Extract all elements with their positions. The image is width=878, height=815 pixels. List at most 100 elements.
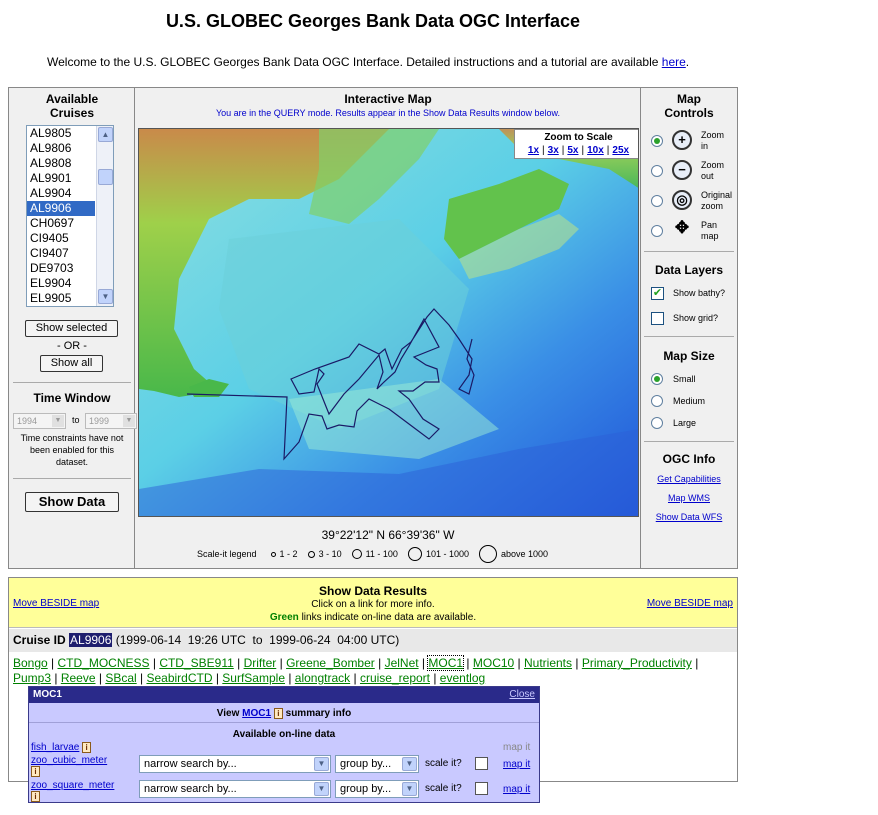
variable-link[interactable]: fish_larvae — [31, 742, 79, 753]
dataset-link[interactable]: SBcal — [105, 671, 136, 685]
narrow-search-select[interactable]: narrow search by... ▼ — [139, 780, 331, 798]
map-size-small-radio[interactable] — [651, 373, 663, 385]
show-data-wfs-link[interactable]: Show Data WFS — [641, 512, 737, 522]
dataset-popup: MOC1 Close View MOC1 i summary info Avai… — [28, 686, 540, 803]
zoom-out-icon[interactable]: − — [672, 160, 692, 180]
map-control-radio[interactable] — [651, 225, 663, 237]
tutorial-link[interactable]: here — [662, 55, 686, 69]
variable-link[interactable]: zoo_cubic_meter — [31, 755, 107, 766]
dataset-link[interactable]: alongtrack — [295, 671, 350, 685]
dataset-separator: | — [95, 671, 106, 685]
show-data-button[interactable]: Show Data — [25, 492, 119, 512]
map-wms-link[interactable]: Map WMS — [641, 493, 737, 503]
cruise-list-item[interactable]: AL9901 — [27, 171, 95, 186]
dataset-link[interactable]: CTD_MOCNESS — [58, 656, 150, 670]
group-by-select[interactable]: group by... ▼ — [335, 780, 419, 798]
cruise-listbox[interactable]: AL9805 AL9806 AL9808 AL9901 AL9904 AL9906 CH06… — [26, 125, 114, 307]
show-grid-checkbox[interactable] — [651, 312, 664, 325]
info-icon[interactable]: i — [31, 791, 40, 802]
dataset-link[interactable]: Nutrients — [524, 656, 572, 670]
dataset-link[interactable]: JelNet — [385, 656, 419, 670]
cruise-list-item[interactable]: AL9808 — [27, 156, 95, 171]
zoom-3x-link[interactable]: 3x — [548, 145, 559, 156]
bathymetry-map-image[interactable] — [139, 129, 639, 517]
results-legend: Green links indicate on-line data are av… — [9, 612, 737, 623]
map-size-large-radio[interactable] — [651, 417, 663, 429]
scale-it-checkbox[interactable] — [475, 757, 488, 770]
dataset-link[interactable]: Reeve — [61, 671, 96, 685]
dataset-link[interactable]: cruise_report — [360, 671, 430, 685]
dataset-link[interactable]: MOC1 — [427, 655, 465, 671]
original-zoom-icon[interactable]: ◎ — [672, 190, 692, 210]
year-from-select[interactable]: 1994 ▼ — [13, 413, 66, 429]
show-bathy-checkbox[interactable]: ✔ — [651, 287, 664, 300]
cruise-list-item[interactable]: AL9805 — [27, 126, 95, 141]
zoom-5x-link[interactable]: 5x — [567, 145, 578, 156]
dataset-link[interactable]: Pump3 — [13, 671, 51, 685]
map-controls-title: Map Controls — [641, 92, 737, 120]
dataset-link[interactable]: SeabirdCTD — [146, 671, 212, 685]
dataset-link[interactable]: Greene_Bomber — [286, 656, 375, 670]
cruise-list-item[interactable]: EL9904 — [27, 276, 95, 291]
dataset-link[interactable]: Primary_Productivity — [582, 656, 692, 670]
dataset-link[interactable]: MOC10 — [473, 656, 514, 670]
zoom-1x-link[interactable]: 1x — [528, 145, 539, 156]
close-link[interactable]: Close — [509, 687, 535, 703]
map-it-link[interactable]: map it — [503, 784, 530, 795]
cruise-list-item[interactable]: EL9905 — [27, 291, 95, 306]
divider — [13, 478, 131, 479]
year-to-select[interactable]: 1999 ▼ — [85, 413, 137, 429]
cruise-list-item[interactable]: CI9407 — [27, 246, 95, 261]
zoom-10x-link[interactable]: 10x — [587, 145, 604, 156]
time-window-title: Time Window — [33, 391, 111, 405]
dataset-link[interactable]: CTD_SBE911 — [159, 656, 233, 670]
info-icon[interactable]: i — [82, 742, 92, 753]
map-control-label-line2: out — [701, 171, 714, 181]
pan-map-icon[interactable]: ✥ — [672, 219, 692, 240]
map-control-radio[interactable] — [651, 195, 663, 207]
map-controls-title-line1: Map — [677, 92, 701, 106]
map-size-medium-radio[interactable] — [651, 395, 663, 407]
narrow-search-select[interactable]: narrow search by... ▼ — [139, 755, 331, 773]
move-beside-map-left-link[interactable]: Move BESIDE map — [13, 598, 99, 609]
zoom-25x-link[interactable]: 25x — [612, 145, 629, 156]
moc1-summary-link[interactable]: MOC1 — [242, 708, 271, 719]
map-control-label-line2: zoom — [701, 201, 724, 211]
scroll-down-icon[interactable]: ▼ — [98, 289, 113, 304]
get-capabilities-link[interactable]: Get Capabilities — [641, 474, 737, 484]
cruise-list-item[interactable]: AL9806 — [27, 141, 95, 156]
info-icon[interactable]: i — [273, 707, 283, 719]
map-control-radio[interactable] — [651, 165, 663, 177]
info-icon[interactable]: i — [31, 766, 40, 777]
dataset-separator: | — [572, 656, 582, 670]
chevron-down-icon: ▼ — [314, 782, 329, 796]
cruise-list-item[interactable]: CI9405 — [27, 231, 95, 246]
group-by-select[interactable]: group by... ▼ — [335, 755, 419, 773]
dataset-link[interactable]: SurfSample — [222, 671, 285, 685]
cruise-list-item[interactable]: AL9904 — [27, 186, 95, 201]
scale-it-checkbox[interactable] — [475, 782, 488, 795]
map-it-link[interactable]: map it — [503, 759, 530, 770]
map-control-radio[interactable] — [651, 135, 663, 147]
variable-link[interactable]: zoo_square_meter — [31, 780, 114, 791]
move-beside-map-right-link[interactable]: Move BESIDE map — [647, 598, 733, 609]
time-window-note: Time constraints have not been enabled f… — [20, 433, 124, 467]
green-label: Green — [269, 612, 299, 623]
dataset-separator: | — [285, 671, 295, 685]
show-all-button[interactable]: Show all — [40, 355, 103, 372]
scroll-up-icon[interactable]: ▲ — [98, 127, 113, 142]
narrow-search-value: narrow search by... — [144, 783, 237, 795]
cruise-list-item[interactable]: CH0697 — [27, 216, 95, 231]
zoom-in-icon[interactable]: + — [672, 130, 692, 150]
dataset-link[interactable]: Bongo — [13, 656, 48, 670]
interactive-map[interactable]: Zoom to Scale 1x | 3x | 5x | 10x | 25x — [138, 128, 639, 517]
show-selected-button[interactable]: Show selected — [25, 320, 118, 337]
dataset-link[interactable]: eventlog — [440, 671, 485, 685]
cruise-list-scrollbar[interactable]: ▲ ▼ — [96, 126, 113, 306]
dataset-link[interactable]: Drifter — [244, 656, 277, 670]
cruise-list-item[interactable]: DE9703 — [27, 261, 95, 276]
map-control-label-line2: map — [701, 231, 719, 241]
scroll-thumb[interactable] — [98, 169, 113, 185]
cruise-list-item[interactable]: AL9906 — [27, 201, 95, 216]
map-mode-subtitle: You are in the QUERY mode. Results appea… — [215, 108, 561, 118]
